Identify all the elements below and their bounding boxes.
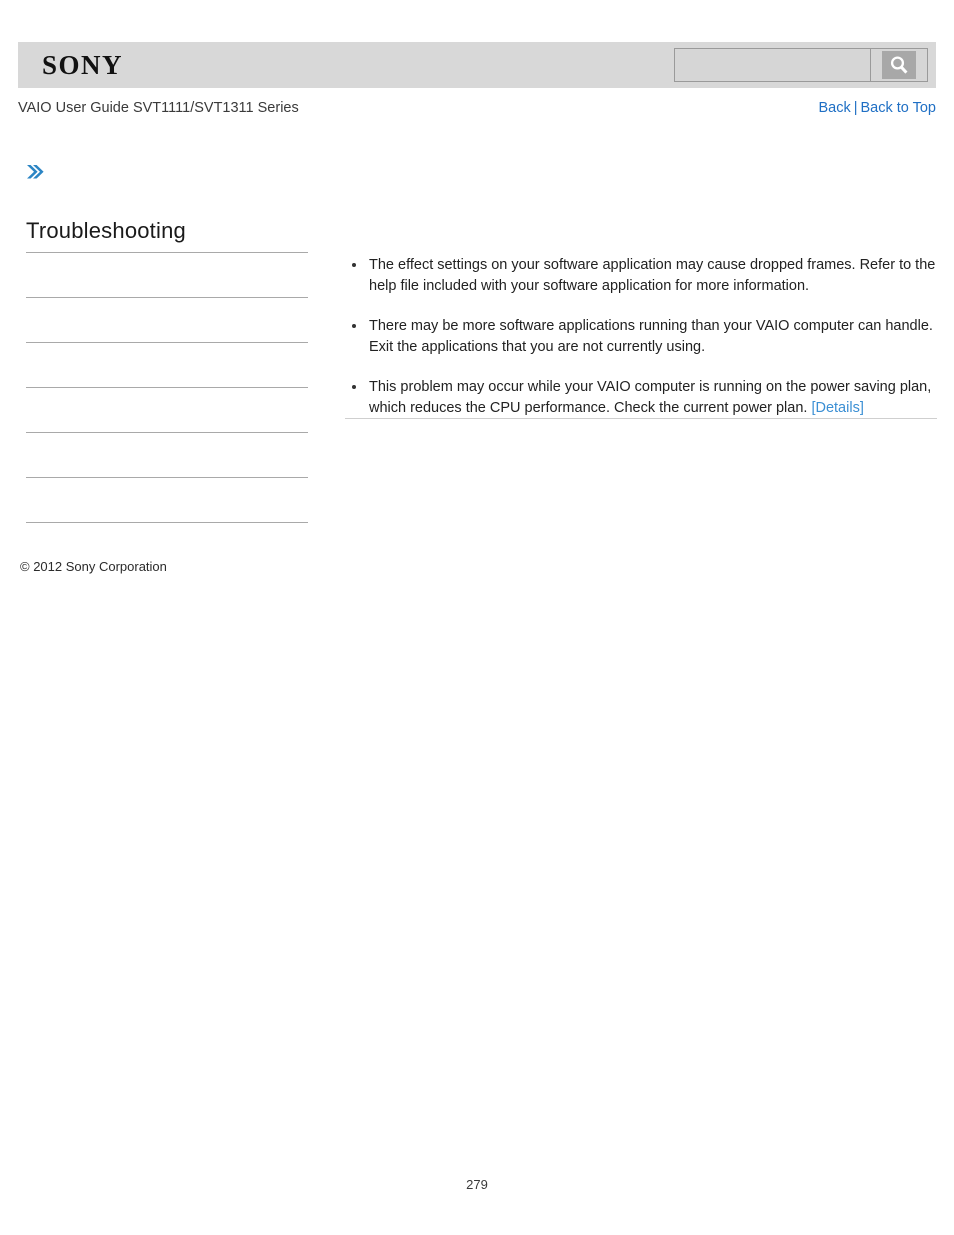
details-link[interactable]: [Details]	[811, 400, 863, 416]
sony-logo: SONY	[42, 50, 124, 80]
double-chevron-right-icon	[24, 165, 46, 186]
header-nav-links: Back | Back to Top	[818, 100, 936, 116]
page-number: 279	[466, 1177, 488, 1192]
sidebar-item-5[interactable]	[26, 433, 308, 477]
content-divider	[345, 418, 937, 419]
search-button[interactable]	[870, 48, 928, 82]
copyright-text: © 2012 Sony Corporation	[20, 559, 167, 574]
troubleshooting-bullet-list: The effect settings on your software app…	[345, 255, 937, 419]
breadcrumb	[24, 162, 48, 184]
sidebar-divider	[26, 522, 308, 523]
sidebar-item-2[interactable]	[26, 298, 308, 342]
sidebar-item-6[interactable]	[26, 478, 308, 522]
list-item: The effect settings on your software app…	[345, 255, 937, 297]
bullet-text: The effect settings on your software app…	[369, 257, 936, 294]
search-icon	[882, 51, 916, 79]
sidebar-item-3[interactable]	[26, 343, 308, 387]
bullet-text: There may be more software applications …	[369, 318, 933, 355]
search-widget	[674, 48, 928, 82]
list-item: This problem may occur while your VAIO c…	[345, 377, 937, 419]
sidebar-item-1[interactable]	[26, 253, 308, 297]
list-item: There may be more software applications …	[345, 316, 937, 358]
back-link[interactable]: Back	[818, 100, 850, 116]
guide-title: VAIO User Guide SVT1111/SVT1311 Series	[18, 100, 299, 116]
search-input[interactable]	[674, 48, 870, 82]
subheader: VAIO User Guide SVT1111/SVT1311 Series B…	[18, 100, 936, 122]
main-content: The effect settings on your software app…	[345, 255, 937, 419]
sidebar-item-4[interactable]	[26, 388, 308, 432]
header-band: SONY	[18, 42, 936, 88]
link-separator: |	[853, 100, 858, 116]
sidebar: Troubleshooting	[26, 218, 308, 523]
page-title: Troubleshooting	[26, 218, 186, 243]
back-to-top-link[interactable]: Back to Top	[860, 100, 936, 116]
